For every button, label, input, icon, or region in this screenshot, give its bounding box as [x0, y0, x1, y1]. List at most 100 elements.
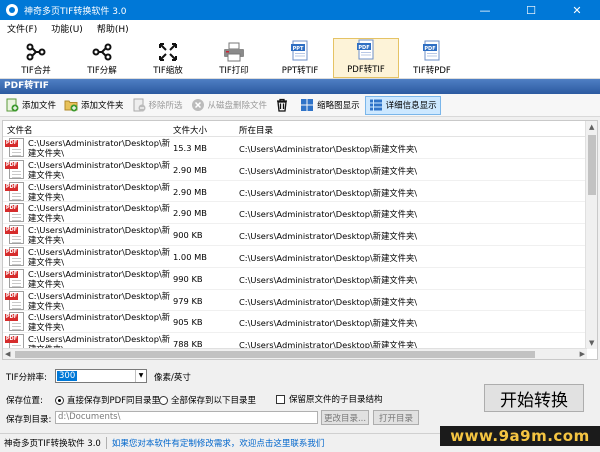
file-size: 15.3 MB — [173, 143, 207, 153]
table-row[interactable]: PDF C:\Users\Administrator\Desktop\新建文件夹\… — [3, 333, 587, 349]
table-row[interactable]: PDF C:\Users\Administrator\Desktop\新建文件夹\… — [3, 268, 587, 290]
delete-from-disk-button[interactable]: 从磁盘删除文件 — [188, 96, 271, 115]
file-name-cell: PDF C:\Users\Administrator\Desktop\新建文件夹\ — [5, 225, 170, 245]
file-name-cell: PDF C:\Users\Administrator\Desktop\新建文件夹\ — [5, 268, 170, 289]
file-directory: C:\Users\Administrator\Desktop\新建文件夹\ — [239, 231, 418, 242]
maximize-button[interactable]: ☐ — [508, 0, 554, 20]
file-name-cell: PDF C:\Users\Administrator\Desktop\新建文件夹\ — [5, 246, 171, 267]
tool-label: PDF转TIF — [347, 65, 385, 75]
contact-link[interactable]: 如果您对本软件有定制修改需求，欢迎点击这里联系我们 — [112, 437, 325, 449]
save-dir-input[interactable]: d:\Documents\ — [55, 411, 318, 424]
remove-icon — [133, 98, 146, 112]
horizontal-scroll-thumb[interactable] — [15, 351, 535, 358]
dpi-select[interactable]: 300 ▼ — [55, 369, 147, 383]
file-name-cell: PDF C:\Users\Administrator\Desktop\新建文件夹\ — [5, 312, 170, 332]
detail-view-button[interactable]: 详细信息显示 — [364, 95, 441, 115]
pdf-file-badge: PDF — [5, 314, 18, 322]
keep-structure-label: 保留原文件的子目录结构 — [289, 395, 383, 405]
close-button[interactable]: ✕ — [554, 0, 600, 20]
add-file-button[interactable]: 添加文件 — [2, 96, 59, 115]
minimize-button[interactable]: — — [462, 0, 508, 20]
file-size: 979 KB — [173, 295, 203, 306]
table-row[interactable]: PDF C:\Users\Administrator\Desktop\新建文件夹\… — [3, 159, 587, 181]
window-title: 神奇多页TIF转换软件 3.0 — [24, 6, 127, 17]
table-row[interactable]: PDF C:\Users\Administrator\Desktop\新建文件夹\… — [3, 137, 587, 159]
table-row[interactable]: PDF C:\Users\Administrator\Desktop\新建文件夹\… — [3, 290, 587, 312]
pdf-file-badge: PDF — [5, 227, 18, 235]
table-row[interactable]: PDF C:\Users\Administrator\Desktop\新建文件夹\… — [3, 202, 587, 225]
menu-help[interactable]: 帮助(H) — [90, 22, 136, 35]
save-other-dir-radio[interactable]: 全部保存到以下目录里 — [159, 394, 256, 406]
scroll-right-icon[interactable]: ▶ — [580, 350, 585, 358]
table-row[interactable]: PDF C:\Users\Administrator\Desktop\新建文件夹\… — [3, 311, 587, 334]
scroll-up-icon[interactable]: ▲ — [589, 123, 594, 131]
file-name: C:\Users\Administrator\Desktop\新建文件夹\ — [28, 334, 171, 349]
column-header-dir[interactable]: 所在目录 — [239, 124, 273, 136]
delete-from-disk-label: 从磁盘删除文件 — [207, 101, 268, 111]
file-list[interactable]: 文件名 文件大小 所在目录 PDF C:\Users\Administrator\… — [2, 120, 598, 360]
scroll-down-icon[interactable]: ▼ — [589, 339, 594, 347]
start-convert-button[interactable]: 开始转换 — [484, 384, 584, 412]
tool-ppt-to-tif[interactable]: PPT PPT转TIF — [267, 38, 333, 78]
file-size: 905 KB — [173, 317, 203, 328]
thumbnail-view-button[interactable]: 缩略图显示 — [297, 96, 363, 115]
pdf-file-icon: PDF — [5, 334, 27, 349]
open-dir-button[interactable]: 打开目录 — [373, 410, 419, 425]
trash-button[interactable] — [272, 96, 295, 115]
tool-tif-split[interactable]: TIF分解 — [69, 38, 135, 78]
delete-icon — [191, 99, 204, 111]
column-header-name[interactable]: 文件名 — [7, 124, 33, 136]
tool-tif-print[interactable]: TIF打印 — [201, 38, 267, 78]
table-row[interactable]: PDF C:\Users\Administrator\Desktop\新建文件夹\… — [3, 181, 587, 203]
action-bar: 添加文件 添加文件夹 移除所选 从磁盘删除文件 缩略图显示 详细信息显示 — [0, 94, 600, 117]
file-directory: C:\Users\Administrator\Desktop\新建文件夹\ — [239, 252, 418, 263]
keep-structure-checkbox[interactable]: 保留原文件的子目录结构 — [276, 393, 383, 405]
column-header-size[interactable]: 文件大小 — [173, 124, 207, 136]
title-bar: 神奇多页TIF转换软件 3.0 — ☐ ✕ — [0, 0, 600, 20]
vertical-scroll-thumb[interactable] — [588, 135, 596, 195]
pdf-file-icon: PDF — [5, 246, 27, 267]
vertical-scrollbar[interactable]: ▲ ▼ — [585, 121, 597, 349]
radio-selected-icon — [55, 395, 64, 405]
menu-function[interactable]: 功能(U) — [44, 22, 90, 35]
tool-tif-merge[interactable]: TIF合并 — [3, 38, 69, 78]
tool-tif-to-pdf[interactable]: PDF TIF转PDF — [399, 38, 465, 78]
thumbnail-view-label: 缩略图显示 — [317, 101, 360, 111]
save-same-dir-radio[interactable]: 直接保存到PDF同目录里 — [55, 394, 160, 406]
file-name-cell: PDF C:\Users\Administrator\Desktop\新建文件夹\ — [5, 334, 171, 349]
checkbox-icon — [276, 394, 285, 404]
save-other-dir-label: 全部保存到以下目录里 — [171, 396, 257, 406]
remove-selected-button[interactable]: 移除所选 — [129, 96, 186, 115]
menu-file[interactable]: 文件(F) — [0, 22, 44, 35]
tool-pdf-to-tif[interactable]: PDF PDF转TIF — [333, 38, 399, 78]
table-row[interactable]: PDF C:\Users\Administrator\Desktop\新建文件夹\… — [3, 246, 587, 268]
merge-icon — [26, 43, 46, 61]
app-icon — [6, 4, 18, 16]
pdf-file-icon: PDF — [5, 268, 27, 289]
table-row[interactable]: PDF C:\Users\Administrator\Desktop\新建文件夹\… — [3, 224, 587, 246]
file-size: 2.90 MB — [173, 164, 207, 175]
add-folder-button[interactable]: 添加文件夹 — [61, 96, 127, 115]
tool-label: TIF转PDF — [413, 66, 451, 76]
file-size: 1.00 MB — [173, 251, 207, 262]
pdf-badge: PDF — [358, 45, 369, 51]
file-directory: C:\Users\Administrator\Desktop\新建文件夹\ — [239, 165, 418, 176]
pdf-file-icon: PDF — [5, 138, 27, 158]
change-dir-button[interactable]: 更改目录... — [321, 410, 369, 425]
pdf-file-badge: PDF — [5, 183, 18, 191]
pdf-file-icon: PDF — [5, 181, 27, 202]
add-folder-label: 添加文件夹 — [81, 101, 124, 111]
file-name: C:\Users\Administrator\Desktop\新建文件夹\ — [28, 159, 171, 180]
tool-tif-resize[interactable]: TIF缩放 — [135, 38, 201, 78]
horizontal-scrollbar[interactable]: ◀ ▶ — [3, 348, 587, 359]
file-name: C:\Users\Administrator\Desktop\新建文件夹\ — [28, 246, 171, 267]
thumbnail-icon — [301, 99, 314, 111]
tool-label: TIF合并 — [21, 66, 51, 76]
file-directory: C:\Users\Administrator\Desktop\新建文件夹\ — [239, 318, 418, 329]
detail-view-label: 详细信息显示 — [385, 101, 437, 111]
chevron-down-icon[interactable]: ▼ — [135, 370, 146, 382]
scroll-left-icon[interactable]: ◀ — [5, 350, 10, 358]
radio-unselected-icon — [159, 395, 168, 405]
add-file-label: 添加文件 — [22, 101, 57, 111]
file-directory: C:\Users\Administrator\Desktop\新建文件夹\ — [239, 144, 418, 154]
